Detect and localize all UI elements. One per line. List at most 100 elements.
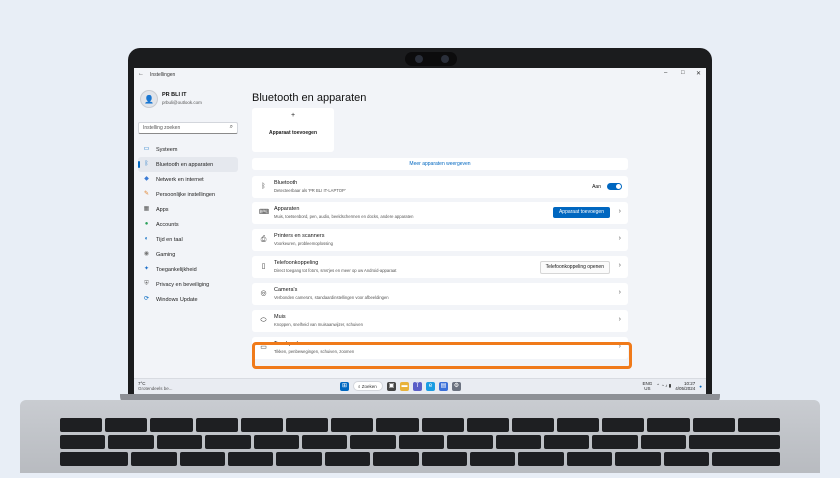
row-subtitle: Verbonden camera's, standaardinstellinge… — [274, 295, 389, 300]
settings-row-camera[interactable]: ◎ Camera's Verbonden camera's, standaardin… — [252, 283, 628, 305]
minimize-button[interactable]: – — [664, 70, 667, 76]
sidebar-item-label: Accounts — [156, 221, 179, 228]
search-placeholder: Instelling zoeken — [143, 125, 181, 131]
sidebar-item-accounts[interactable]: ● Accounts — [138, 217, 238, 232]
bluetooth-icon: ᛒ — [144, 161, 149, 167]
search-icon: ⌕ — [229, 124, 233, 130]
taskbar-apps: ⊞ ⌕ Zoeken ▣ ▬ Te ▤ ⚙ — [340, 381, 461, 391]
weather-widget[interactable]: 7°C Grotendeels be... — [138, 381, 173, 391]
mouse-icon: ⬭ — [260, 317, 267, 324]
lang-region: US — [644, 386, 651, 391]
sidebar-item-bluetooth[interactable]: ᛒ Bluetooth en apparaten — [138, 157, 238, 172]
notification-icon[interactable]: ● — [699, 384, 702, 389]
sidebar-item-wifi[interactable]: ◆ Netwerk en internet — [138, 172, 238, 187]
file-explorer-icon[interactable]: ▬ — [400, 381, 409, 391]
teams-icon[interactable]: T — [413, 381, 422, 391]
search-input[interactable]: Instelling zoeken ⌕ — [138, 122, 238, 134]
page-title: Bluetooth en apparaten — [252, 92, 367, 104]
sidebar-item-globe[interactable]: ◐ Tijd en taal — [138, 232, 238, 247]
sidebar-item-label: Systeem — [156, 146, 178, 153]
store-icon[interactable]: ▤ — [439, 381, 448, 391]
row-action-button[interactable]: Apparaat toevoegen — [552, 207, 610, 218]
settings-row-phone[interactable]: ▯ Telefoonkoppeling Direct toegang tot fot… — [252, 256, 628, 278]
sidebar-item-label: Persoonlijke instellingen — [156, 191, 216, 198]
system-tray: ENG US ⌃ ◔ ♪ ▮ 10:27 4/05/2024 ● — [643, 381, 702, 391]
taskbar-search[interactable]: ⌕ Zoeken — [353, 381, 383, 391]
row-title: Telefoonkoppeling — [274, 260, 319, 266]
gaming-icon: ◉ — [143, 251, 150, 257]
settings-row-devices[interactable]: ⌨ Apparaten Muis, toetsenbord, pen, audio,… — [252, 202, 628, 224]
avatar: 👤 — [140, 90, 158, 108]
sidebar-item-label: Netwerk en internet — [156, 176, 204, 183]
more-devices-link[interactable]: Meer apparaten weergeven — [252, 158, 628, 170]
sidebar-item-system[interactable]: ▭ Systeem — [138, 142, 238, 157]
add-device-tile[interactable]: + Apparaat toevoegen — [252, 108, 334, 152]
sidebar-item-label: Apps — [156, 206, 169, 213]
settings-row-mouse[interactable]: ⬭ Muis Knoppen, snelheid van muisaanwijzer… — [252, 310, 628, 332]
bluetooth-subtitle: Detecteerbaar als 'PR BLI IT-LAPTOP' — [274, 188, 346, 193]
devices-icon: ⌨ — [259, 209, 270, 216]
sidebar-item-update[interactable]: ⟳ Windows Update — [138, 292, 238, 307]
row-title: Camera's — [274, 287, 298, 293]
window-title: Instellingen — [150, 72, 176, 78]
weather-desc: Grotendeels be... — [138, 386, 173, 391]
sidebar-item-gaming[interactable]: ◉ Gaming — [138, 247, 238, 262]
title-bar: ← Instellingen – □ ✕ — [134, 68, 706, 82]
tray-icons[interactable]: ⌃ ◔ ♪ ▮ — [656, 383, 671, 389]
phone-icon: ▯ — [261, 263, 266, 270]
keyboard — [60, 418, 781, 478]
accounts-icon: ● — [144, 221, 149, 227]
add-device-label: Apparaat toevoegen — [268, 130, 318, 136]
close-button[interactable]: ✕ — [696, 70, 701, 77]
shield-icon: ⛨ — [144, 281, 149, 287]
row-action-button[interactable]: Telefoonkoppeling openen — [539, 261, 610, 274]
touchpad-highlight-frame — [252, 342, 632, 369]
brush-icon: ✎ — [143, 191, 150, 197]
sidebar-item-brush[interactable]: ✎ Persoonlijke instellingen — [138, 187, 238, 202]
user-name: PR BLI IT — [162, 92, 187, 98]
chevron-right-icon: › — [618, 235, 621, 242]
sidebar-item-label: Bluetooth en apparaten — [156, 161, 214, 168]
bluetooth-icon: ᛒ — [261, 183, 266, 190]
user-email: prbuli@outlook.com — [162, 100, 202, 105]
settings-icon[interactable]: ⚙ — [452, 381, 461, 391]
row-title: Apparaten — [274, 206, 300, 212]
plus-icon: + — [291, 112, 296, 119]
toggle-label: Aan — [592, 184, 601, 190]
row-subtitle: Muis, toetsenbord, pen, audio, beeldsche… — [274, 214, 414, 219]
webcam-sensor — [441, 55, 449, 63]
language-indicator[interactable]: ENG US — [643, 381, 653, 391]
taskbar: 7°C Grotendeels be... ⊞ ⌕ Zoeken ▣ ▬ Te ▤ ⚙ EN… — [134, 378, 706, 394]
wifi-icon: ◆ — [144, 176, 149, 182]
webcam-lens — [415, 55, 423, 63]
task-view-icon[interactable]: ▣ — [387, 381, 396, 391]
sidebar-item-accessibility[interactable]: ✦ Toegankelijkheid — [138, 262, 238, 277]
row-title: Muis — [274, 314, 286, 320]
settings-row-printer[interactable]: ⎙ Printers en scanners Voorkeuren, problee… — [252, 229, 628, 251]
nav-list: ▭ Systeem ᛒ Bluetooth en apparaten ◆ Netwerk … — [138, 142, 238, 307]
update-icon: ⟳ — [143, 296, 150, 302]
back-arrow-icon[interactable]: ← — [138, 71, 144, 77]
chevron-right-icon: › — [618, 316, 621, 323]
bluetooth-toggle[interactable] — [607, 183, 622, 190]
sidebar-item-label: Toegankelijkheid — [156, 266, 197, 273]
sidebar-item-label: Tijd en taal — [156, 236, 183, 243]
sidebar-item-shield[interactable]: ⛨ Privacy en beveiliging — [138, 277, 238, 292]
start-icon[interactable]: ⊞ — [340, 381, 349, 391]
sidebar-item-label: Gaming — [156, 251, 176, 258]
edge-icon[interactable]: e — [426, 381, 435, 391]
maximize-button[interactable]: □ — [681, 70, 685, 76]
globe-icon: ◐ — [144, 236, 149, 242]
apps-icon: ▦ — [143, 206, 150, 212]
bluetooth-title: Bluetooth — [274, 180, 298, 186]
row-subtitle: Voorkeuren, probleemoplossing — [274, 241, 333, 246]
clock[interactable]: 10:27 4/05/2024 — [675, 381, 695, 391]
sidebar: 👤 PR BLI IT prbuli@outlook.com Instellin… — [134, 82, 246, 378]
sidebar-item-label: Windows Update — [156, 296, 198, 303]
chevron-right-icon: › — [618, 262, 621, 269]
sidebar-item-apps[interactable]: ▦ Apps — [138, 202, 238, 217]
camera-icon: ◎ — [260, 290, 267, 297]
bluetooth-row: ᛒ Bluetooth Detecteerbaar als 'PR BLI IT… — [252, 176, 628, 198]
clock-date: 4/05/2024 — [675, 386, 696, 391]
user-profile[interactable]: 👤 PR BLI IT prbuli@outlook.com — [140, 90, 202, 108]
